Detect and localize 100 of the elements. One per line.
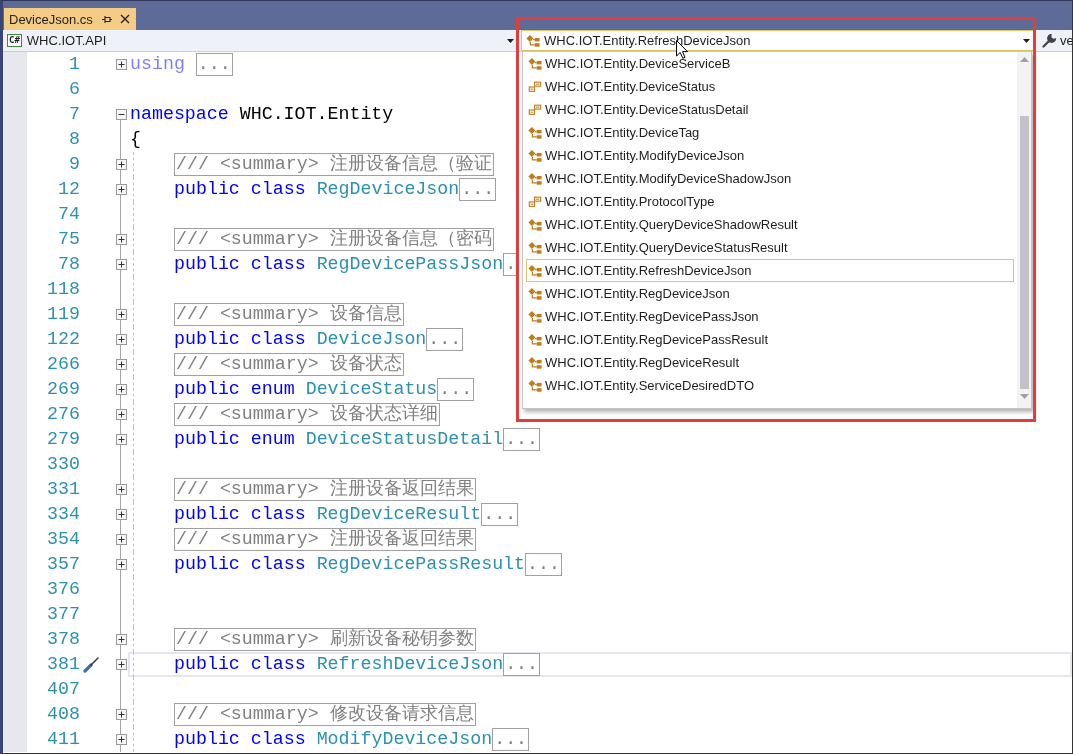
expand-icon[interactable] bbox=[115, 659, 127, 670]
expand-icon[interactable] bbox=[115, 734, 127, 745]
expand-icon[interactable] bbox=[115, 384, 127, 395]
dropdown-arrow-icon[interactable] bbox=[507, 38, 514, 43]
line-number: 119 bbox=[46, 303, 80, 326]
expand-icon[interactable] bbox=[115, 334, 127, 345]
keyword: class bbox=[250, 654, 306, 675]
collapsed-comment[interactable]: /// <summary> 设备信息 bbox=[174, 303, 404, 326]
expand-icon[interactable] bbox=[115, 409, 127, 420]
dropdown-item[interactable]: WHC.IOT.Entity.RegDeviceResult bbox=[526, 351, 1014, 374]
expand-icon[interactable] bbox=[115, 509, 127, 520]
dropdown-item[interactable]: WHC.IOT.Entity.QueryDeviceShadowResult bbox=[526, 213, 1014, 236]
line-number: 276 bbox=[46, 403, 80, 426]
expand-icon[interactable] bbox=[115, 434, 127, 445]
code-text: WHC.IOT.Entity bbox=[239, 104, 394, 125]
dropdown-item[interactable]: WHC.IOT.Entity.QueryDeviceStatusResult bbox=[526, 236, 1014, 259]
hierarchy-icon bbox=[528, 378, 542, 393]
collapse-icon[interactable] bbox=[115, 109, 127, 120]
project-dropdown[interactable]: C# WHC.IOT.API bbox=[3, 30, 518, 51]
keyword: class bbox=[250, 554, 306, 575]
dropdown-item[interactable]: WHC.IOT.Entity.ProtocolType bbox=[526, 190, 1014, 213]
dropdown-item[interactable]: WHC.IOT.Entity.RegDevicePassResult bbox=[526, 328, 1014, 351]
line-number: 330 bbox=[46, 453, 80, 476]
collapsed-comment[interactable]: /// <summary> 刷新设备秘钥参数 bbox=[174, 628, 476, 651]
line-number: 381 bbox=[46, 653, 80, 676]
type-name: RegDevicePassJson bbox=[316, 254, 504, 275]
type-name: RefreshDeviceJson bbox=[316, 654, 504, 675]
dropdown-item[interactable]: WHC.IOT.Entity.RegDeviceJson bbox=[526, 282, 1014, 305]
line-number: 376 bbox=[46, 578, 80, 601]
hierarchy-icon bbox=[528, 332, 542, 347]
collapsed-comment[interactable]: /// <summary> 注册设备信息（密码 bbox=[174, 228, 494, 251]
expand-icon[interactable] bbox=[115, 534, 127, 545]
collapsed-comment[interactable]: /// <summary> 设备状态详细 bbox=[174, 403, 440, 426]
expand-icon[interactable] bbox=[115, 234, 127, 245]
dropdown-arrow-icon[interactable] bbox=[1023, 38, 1030, 43]
dropdown-item[interactable]: WHC.IOT.Entity.ModifyDeviceJson bbox=[526, 144, 1014, 167]
collapsed-code[interactable]: . bbox=[503, 253, 519, 276]
dropdown-item[interactable]: WHC.IOT.Entity.DeviceStatusDetail bbox=[526, 98, 1014, 121]
collapsed-code[interactable]: ... bbox=[492, 728, 530, 751]
keyword: public bbox=[174, 429, 240, 450]
expand-icon[interactable] bbox=[115, 259, 127, 270]
collapsed-code[interactable]: ... bbox=[525, 553, 562, 576]
hierarchy-icon bbox=[528, 148, 542, 163]
line-number: 75 bbox=[57, 228, 80, 251]
line-number: 377 bbox=[46, 603, 80, 626]
line-number: 334 bbox=[46, 503, 80, 526]
collapsed-comment[interactable]: /// <summary> 注册设备返回结果 bbox=[174, 528, 476, 551]
collapsed-comment[interactable]: /// <summary> 设备状态 bbox=[174, 353, 404, 376]
dropdown-item[interactable]: WHC.IOT.Entity.RefreshDeviceJson bbox=[526, 259, 1014, 282]
collapsed-code[interactable]: ... bbox=[195, 53, 233, 76]
dropdown-item[interactable]: WHC.IOT.Entity.DeviceStatus bbox=[526, 75, 1014, 98]
line-number: 411 bbox=[46, 728, 80, 751]
pin-icon[interactable] bbox=[101, 14, 112, 24]
type-name: DeviceStatusDetail bbox=[305, 429, 504, 450]
expand-icon[interactable] bbox=[115, 484, 127, 495]
two-boxes-icon bbox=[528, 194, 542, 209]
keyword: public bbox=[174, 379, 240, 400]
dropdown-item[interactable]: WHC.IOT.Entity.RegDevicePassJson bbox=[526, 305, 1014, 328]
scrollbar[interactable] bbox=[1017, 52, 1031, 408]
collapsed-code[interactable]: ... bbox=[503, 653, 541, 676]
collapsed-code[interactable]: ... bbox=[426, 328, 464, 351]
line-number: 269 bbox=[46, 378, 80, 401]
hierarchy-icon bbox=[528, 355, 542, 370]
line-number: 9 bbox=[68, 153, 80, 176]
expand-icon[interactable] bbox=[115, 634, 127, 645]
dropdown-item[interactable]: WHC.IOT.Entity.ModifyDeviceShadowJson bbox=[526, 167, 1014, 190]
close-icon[interactable] bbox=[119, 14, 130, 24]
hierarchy-icon bbox=[528, 286, 542, 301]
type-dropdown[interactable]: WHC.IOT.Entity.RefreshDeviceJson bbox=[521, 30, 1035, 51]
keyword: public bbox=[174, 254, 240, 275]
collapsed-comment[interactable]: /// <summary> 注册设备返回结果 bbox=[174, 478, 476, 501]
collapsed-code[interactable]: ... bbox=[503, 428, 541, 451]
type-name: RegDeviceJson bbox=[316, 179, 460, 200]
expand-icon[interactable] bbox=[115, 359, 127, 370]
keyword: class bbox=[250, 254, 306, 275]
line-number: 407 bbox=[46, 678, 80, 701]
expand-icon[interactable] bbox=[115, 309, 127, 320]
keyword: public bbox=[174, 729, 240, 750]
document-tab[interactable]: DeviceJson.cs bbox=[4, 8, 136, 30]
expand-icon[interactable] bbox=[115, 184, 127, 195]
line-number: 1 bbox=[68, 53, 80, 76]
screwdriver-icon[interactable] bbox=[82, 656, 100, 673]
expand-icon[interactable] bbox=[115, 709, 127, 720]
collapsed-code[interactable]: ... bbox=[481, 503, 519, 526]
two-boxes-icon bbox=[528, 79, 542, 94]
collapsed-comment[interactable]: /// <summary> 修改设备请求信息 bbox=[174, 703, 476, 726]
dropdown-item[interactable]: WHC.IOT.Entity.ServiceDesiredDTO bbox=[526, 374, 1014, 397]
code-text: { bbox=[130, 129, 141, 150]
keyword: public bbox=[174, 179, 240, 200]
scrollbar-thumb[interactable] bbox=[1019, 116, 1029, 389]
collapsed-code[interactable]: ... bbox=[459, 178, 497, 201]
dropdown-item[interactable]: WHC.IOT.Entity.DeviceServiceB bbox=[526, 52, 1014, 75]
expand-icon[interactable] bbox=[115, 559, 127, 570]
expand-icon[interactable] bbox=[115, 159, 127, 170]
collapsed-code[interactable]: ... bbox=[437, 378, 475, 401]
line-number: 6 bbox=[68, 78, 80, 101]
collapsed-comment[interactable]: /// <summary> 注册设备信息（验证 bbox=[174, 153, 494, 176]
keyword: public bbox=[174, 654, 240, 675]
expand-icon[interactable] bbox=[115, 59, 127, 70]
dropdown-item[interactable]: WHC.IOT.Entity.DeviceTag bbox=[526, 121, 1014, 144]
